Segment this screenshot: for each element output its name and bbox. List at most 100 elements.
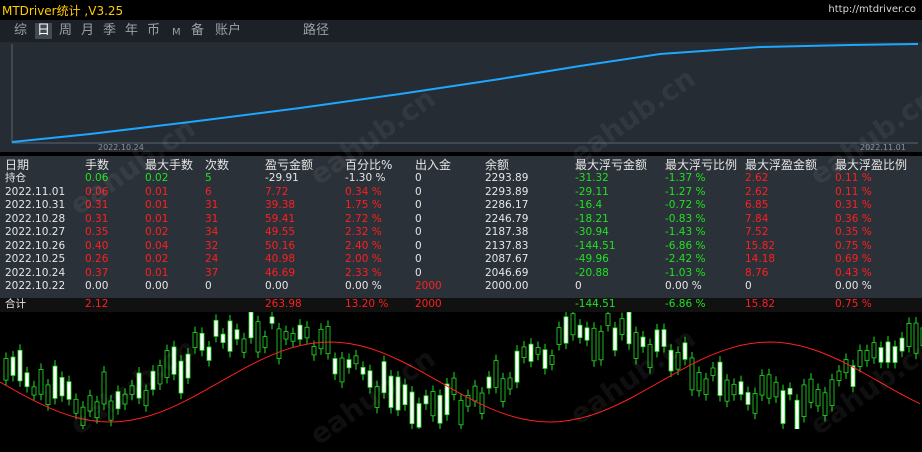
website-link[interactable]: http://mtdriver.co xyxy=(828,4,916,15)
tab-week[interactable]: 周 xyxy=(59,23,72,39)
table-cell: 0.75 % xyxy=(835,239,872,252)
price-chart-background xyxy=(0,312,922,429)
tab-year[interactable]: 年 xyxy=(125,23,138,39)
candle xyxy=(87,389,93,418)
candle xyxy=(437,389,443,429)
candle xyxy=(374,380,380,414)
table-cell: 0.36 % xyxy=(835,212,872,225)
table-cell: 0.34 % xyxy=(345,185,382,198)
table-cell: -144.51 xyxy=(575,239,616,252)
equity-end-label: 2022.11.01 xyxy=(860,143,906,152)
table-cell: 7.84 xyxy=(745,212,769,225)
candle xyxy=(360,361,366,381)
table-cell: 15.82 xyxy=(745,239,776,252)
table-cell: 0.00 % xyxy=(665,280,702,292)
tab-path[interactable]: 路径 xyxy=(303,23,329,39)
table-cell: 0.40 xyxy=(85,239,109,252)
candle xyxy=(472,380,478,407)
tab-quarter[interactable]: 季 xyxy=(103,23,116,39)
candle xyxy=(822,386,828,422)
candle xyxy=(500,372,506,408)
candle xyxy=(213,314,219,343)
col-balance: 余额 xyxy=(485,158,510,172)
table-cell: 6.85 xyxy=(745,199,769,211)
candle xyxy=(38,363,44,401)
equity-line xyxy=(11,43,919,143)
col-percent: 百分比% xyxy=(345,158,393,172)
col-max-float-profit: 最大浮盈金额 xyxy=(745,158,818,172)
table-cell: 0.01 xyxy=(145,185,169,198)
table-cell: 0 xyxy=(745,280,752,292)
candle xyxy=(549,349,555,371)
table-cell: 2000 xyxy=(415,280,442,292)
tab-day[interactable]: 日 xyxy=(35,23,53,39)
total-lots: 2.12 xyxy=(85,298,109,310)
tab-account[interactable]: 账户 xyxy=(215,23,241,39)
table-cell: 0.00 % xyxy=(835,280,872,292)
col-deposit: 出入金 xyxy=(415,158,452,172)
col-date: 日期 xyxy=(5,158,30,172)
tab-month[interactable]: 月 xyxy=(81,23,94,39)
candle xyxy=(220,328,226,349)
table-cell: 0.06 xyxy=(85,185,109,198)
total-label: 合计 xyxy=(5,298,26,310)
table-cell: 0 xyxy=(415,239,422,252)
table-cell: 24 xyxy=(205,253,219,265)
table-cell: 8.76 xyxy=(745,266,769,279)
table-cell: 31 xyxy=(205,212,219,225)
table-cell: 59.41 xyxy=(265,212,296,225)
candle xyxy=(283,325,289,346)
candle xyxy=(871,336,877,364)
candle xyxy=(689,351,695,396)
candle xyxy=(808,373,814,409)
candle xyxy=(325,320,331,360)
table-cell: 2.72 % xyxy=(345,212,382,225)
table-cell: -1.43 % xyxy=(665,226,706,238)
table-cell: 2137.83 xyxy=(485,239,529,252)
table-cell: -1.30 % xyxy=(345,172,386,184)
candle xyxy=(101,366,107,410)
candle xyxy=(794,394,800,429)
candle xyxy=(591,322,597,367)
candle xyxy=(66,375,72,406)
candle xyxy=(227,314,233,358)
stats-table: 日期 手数 最大手数 次数 盈亏金额 百分比% 出入金 余额 最大浮亏金额 最大… xyxy=(0,156,922,312)
candle xyxy=(528,338,534,368)
table-cell: -29.91 xyxy=(265,172,299,184)
table-cell: 0.04 xyxy=(145,239,169,252)
table-cell: 40.98 xyxy=(265,253,296,265)
candle xyxy=(640,331,646,353)
table-cell: 0.69 % xyxy=(835,253,872,265)
tab-summary[interactable]: 综 xyxy=(14,23,27,39)
mtdriver-stats-window: MTDriver统计 ,V3.25 http://mtdriver.co 综 日… xyxy=(0,0,922,452)
table-row: 2022.10.24 0.37 0.01 37 46.69 2.33 % 0 2046.69 -… xyxy=(0,267,922,280)
candle xyxy=(3,352,9,387)
table-cell: 持仓 xyxy=(5,172,26,184)
candle xyxy=(556,321,562,351)
table-cell: 0.11 % xyxy=(835,172,872,184)
candle xyxy=(178,355,184,400)
candle xyxy=(668,344,674,377)
tab-note[interactable]: 备 xyxy=(191,23,204,39)
table-row: 2022.10.31 0.31 0.01 31 39.38 1.75 % 0 2286.17 -… xyxy=(0,199,922,212)
table-cell: 2046.69 xyxy=(485,266,529,279)
total-max-float-loss-pct: -6.86 % xyxy=(665,298,706,310)
table-cell: 2022.10.27 xyxy=(5,226,66,238)
table-cell: 0.31 % xyxy=(835,199,872,211)
candle xyxy=(899,332,905,358)
table-cell: 2293.89 xyxy=(485,185,529,198)
candle xyxy=(122,388,128,411)
tab-currency[interactable]: 币 xyxy=(147,23,160,39)
candle xyxy=(465,389,471,413)
candle xyxy=(787,382,793,401)
table-cell: -31.32 xyxy=(575,172,609,184)
table-cell: 2087.67 xyxy=(485,253,529,265)
candle xyxy=(24,366,30,393)
table-cell: 7.72 xyxy=(265,185,289,198)
tab-magic[interactable]: M xyxy=(172,25,181,41)
candle xyxy=(395,370,401,417)
total-max-float-loss: -144.51 xyxy=(575,298,616,310)
total-percent: 13.20 % xyxy=(345,298,389,310)
total-max-float-profit: 15.82 xyxy=(745,298,776,310)
app-title: MTDriver统计 ,V3.25 xyxy=(2,4,124,18)
